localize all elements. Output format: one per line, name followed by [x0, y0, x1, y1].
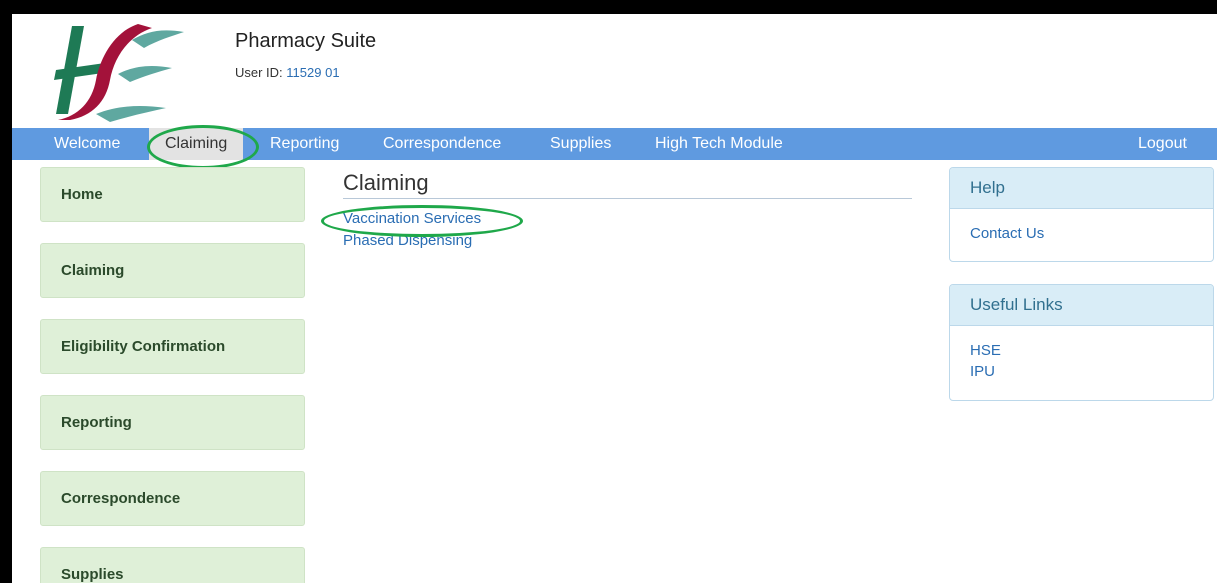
- nav-reporting[interactable]: Reporting: [270, 128, 339, 160]
- useful-links-title: Useful Links: [950, 285, 1213, 326]
- link-ipu[interactable]: IPU: [970, 361, 1193, 382]
- title-divider: [343, 198, 912, 199]
- page-title: Claiming: [343, 170, 429, 195]
- nav-claiming[interactable]: Claiming: [149, 128, 244, 160]
- sidebar-item-reporting[interactable]: Reporting: [40, 395, 305, 450]
- useful-links-panel: Useful Links HSE IPU: [949, 284, 1214, 401]
- link-phased-dispensing[interactable]: Phased Dispensing: [343, 232, 472, 249]
- nav-logout[interactable]: Logout: [1138, 128, 1187, 160]
- sidebar-item-correspondence[interactable]: Correspondence: [40, 471, 305, 526]
- sidebar-item-claiming[interactable]: Claiming: [40, 243, 305, 298]
- sidebar-item-supplies[interactable]: Supplies: [40, 547, 305, 583]
- sidebar-item-home[interactable]: Home: [40, 167, 305, 222]
- link-hse[interactable]: HSE: [970, 340, 1193, 361]
- nav-high-tech-module[interactable]: High Tech Module: [655, 128, 783, 160]
- nav-correspondence[interactable]: Correspondence: [383, 128, 501, 160]
- sidebar-item-eligibility-confirmation[interactable]: Eligibility Confirmation: [40, 319, 305, 374]
- nav-supplies[interactable]: Supplies: [550, 128, 611, 160]
- top-navbar: Welcome Claiming Reporting Correspondenc…: [12, 128, 1217, 160]
- user-id-label: User ID:: [235, 65, 283, 80]
- link-contact-us[interactable]: Contact Us: [970, 223, 1193, 244]
- link-vaccination-services[interactable]: Vaccination Services: [343, 210, 481, 227]
- nav-welcome[interactable]: Welcome: [54, 128, 120, 160]
- app-title: Pharmacy Suite: [235, 30, 377, 52]
- user-id: User ID: 11529 01: [235, 65, 340, 80]
- help-panel: Help Contact Us: [949, 167, 1214, 262]
- screenshot-frame: Pharmacy Suite User ID: 11529 01 Welcome…: [12, 14, 1217, 583]
- user-id-value: 11529 01: [286, 65, 340, 80]
- hse-logo: [54, 24, 184, 122]
- help-panel-title: Help: [950, 168, 1213, 209]
